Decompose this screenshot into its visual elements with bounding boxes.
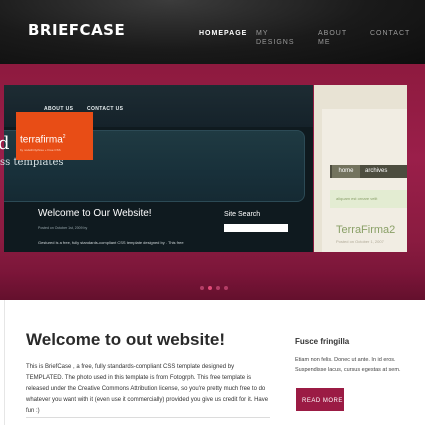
nav-item-contact[interactable]: CONTACT <box>370 29 410 38</box>
slide-posted-meta: Posted on October 1st, 2009 by <box>38 226 88 230</box>
nav-item-about-me[interactable]: ABOUT ME <box>318 29 348 47</box>
intro-paragraph: This is BriefCase , a free, fully standa… <box>26 364 269 414</box>
pager-dot-1[interactable] <box>200 286 204 290</box>
nav-item-homepage[interactable]: HOMEPAGE <box>199 29 247 38</box>
slide-search-input[interactable] <box>224 224 288 232</box>
pager-dot-3[interactable] <box>216 286 220 290</box>
nav-item-my-designs[interactable]: MY DESIGNS <box>256 29 296 47</box>
slide-body-text: Gestured is a free, fully standards-comp… <box>38 240 184 245</box>
slide-search-label: Site Search <box>224 211 261 218</box>
content-divider <box>26 417 270 418</box>
slide-menu-home: home <box>332 165 360 178</box>
sidebar-text: Etiam non felis. Donec ut ante. In id er… <box>295 357 401 373</box>
read-more-button[interactable]: READ MORE <box>296 388 344 411</box>
pager-dot-2[interactable] <box>208 286 212 290</box>
slide-menu-archives: archives <box>365 168 388 174</box>
content-left-border <box>4 300 5 425</box>
slide-post-title: TerraFirma2 <box>336 224 396 236</box>
slide-brand-name: terrafirma2 <box>20 134 66 145</box>
slide-brand-sup: 2 <box>62 134 66 140</box>
slide-welcome-heading: Welcome to Our Website! <box>38 208 152 219</box>
sidebar-heading: Fusce fringilla <box>295 337 350 346</box>
site-logo[interactable]: BRIEFCASE <box>28 21 125 39</box>
slider-pager <box>200 286 228 290</box>
slide-banner-letter: d <box>0 133 10 154</box>
slide-quote-text: aliquam est ornare velit <box>336 196 378 201</box>
slide-post-meta: Posted on October 1, 2007 <box>336 239 384 244</box>
pager-dot-4[interactable] <box>224 286 228 290</box>
slide-brand-tagline: by nodethirtythree + Free CSS <box>20 148 61 152</box>
page-title: Welcome to out website! <box>26 330 225 349</box>
slide-brand-text: terrafirma <box>20 134 63 146</box>
